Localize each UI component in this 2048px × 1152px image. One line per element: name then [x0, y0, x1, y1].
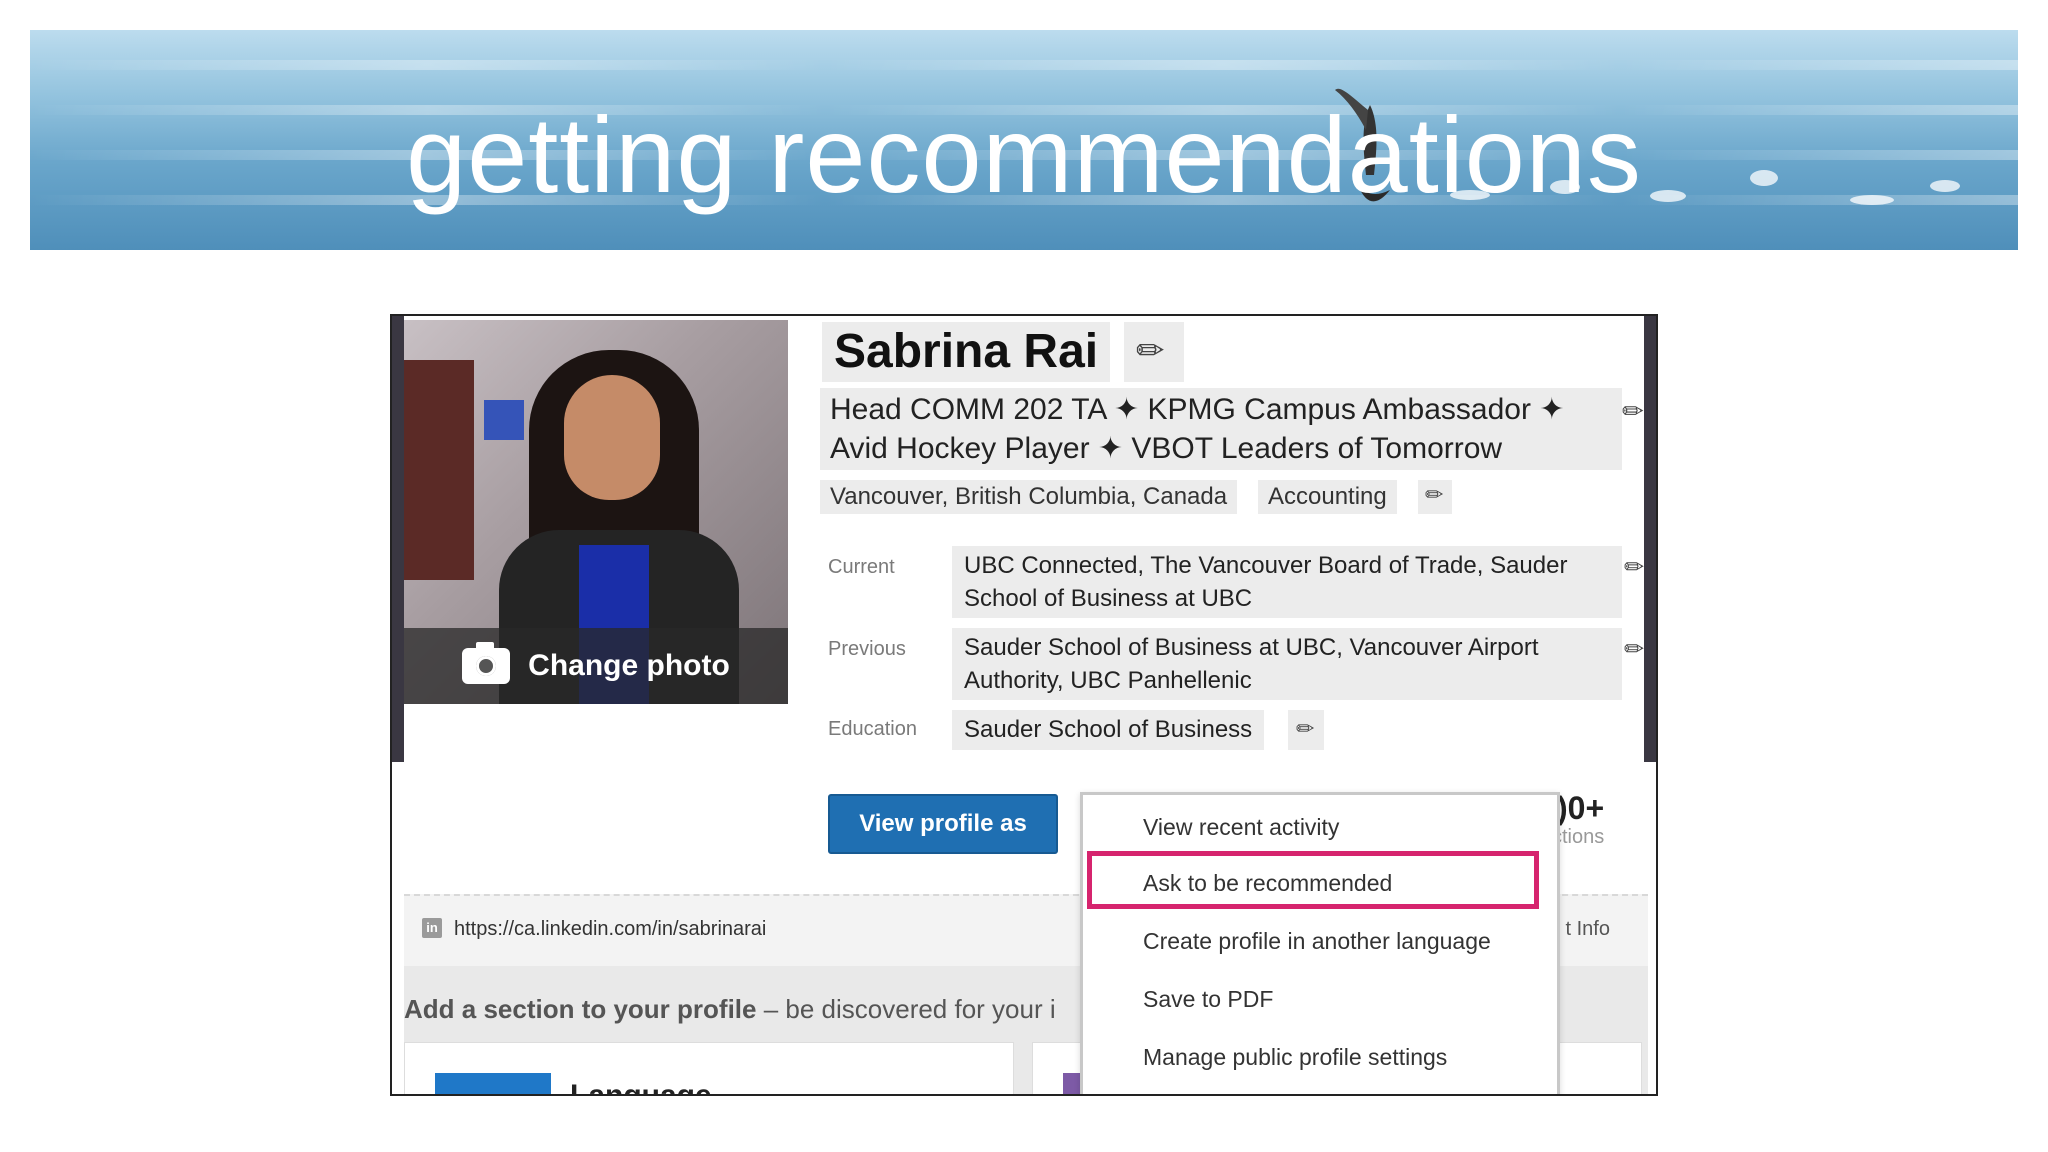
pencil-icon[interactable]: ✏ — [1624, 638, 1644, 662]
pencil-icon: ✏ — [1136, 332, 1165, 370]
profile-photo[interactable]: Change photo — [404, 320, 788, 704]
profile-industry[interactable]: Accounting — [1258, 480, 1397, 514]
title-banner: getting recommendations — [30, 30, 2018, 250]
pencil-icon: ✏ — [1425, 482, 1444, 507]
previous-line-2: Authority, UBC Panhellenic — [964, 667, 1252, 694]
contact-info-link[interactable]: t Info — [1566, 918, 1610, 941]
headline-line-1: Head COMM 202 TA ✦ KPMG Campus Ambassado… — [830, 393, 1565, 426]
menu-item-view-recent-activity[interactable]: View recent activity — [1083, 807, 1557, 847]
slide: getting recommendations Change photo Sab… — [0, 0, 2048, 1152]
previous-label: Previous — [828, 638, 906, 660]
education-label: Education — [828, 718, 917, 740]
education-value[interactable]: Sauder School of Business — [952, 710, 1265, 750]
linkedin-profile-screenshot: Change photo Sabrina Rai ✏ Head COMM 202… — [390, 314, 1658, 1096]
profile-location[interactable]: Vancouver, British Columbia, Canada — [820, 480, 1238, 514]
previous-line-1: Sauder School of Business at UBC, Vancou… — [964, 634, 1539, 661]
current-label: Current — [828, 556, 895, 578]
profile-headline[interactable]: Head COMM 202 TA ✦ KPMG Campus Ambassado… — [820, 388, 1622, 470]
pencil-icon[interactable]: ✏ — [1624, 556, 1644, 580]
public-profile-url[interactable]: https://ca.linkedin.com/in/sabrinarai — [454, 918, 766, 941]
edit-education-button[interactable]: ✏ — [1288, 710, 1324, 750]
add-section-bold: Add a section to your profile — [404, 994, 757, 1024]
language-card[interactable]: Language — [404, 1042, 1014, 1096]
pencil-icon[interactable]: ✏ — [1622, 398, 1644, 424]
highlight-box — [1087, 851, 1539, 909]
pencil-icon: ✏ — [1296, 716, 1315, 741]
camera-icon — [462, 642, 511, 684]
connections-count: )0+ — [1557, 790, 1605, 826]
linkedin-icon: in — [422, 918, 442, 938]
add-section-prompt: Add a section to your profile – be disco… — [404, 994, 1056, 1025]
add-section-rest: – be discovered for your i — [756, 994, 1056, 1024]
right-edge — [1644, 316, 1656, 762]
menu-item-manage-public-profile[interactable]: Manage public profile settings — [1083, 1037, 1557, 1077]
current-line-2: School of Business at UBC — [964, 585, 1253, 612]
edit-location-button[interactable]: ✏ — [1418, 480, 1452, 514]
current-line-1: UBC Connected, The Vancouver Board of Tr… — [964, 552, 1568, 579]
menu-item-create-profile-language[interactable]: Create profile in another language — [1083, 921, 1557, 961]
change-photo-button[interactable]: Change photo — [404, 628, 788, 704]
change-photo-label: Change photo — [528, 649, 730, 682]
edit-name-button[interactable]: ✏ — [1124, 322, 1184, 382]
language-card-label: Language — [570, 1079, 712, 1096]
slide-title: getting recommendations — [406, 94, 1642, 215]
headline-line-2: Avid Hockey Player ✦ VBOT Leaders of Tom… — [830, 432, 1503, 465]
view-profile-as-button[interactable]: View profile as — [828, 794, 1058, 854]
left-edge — [392, 316, 404, 762]
previous-value[interactable]: Sauder School of Business at UBC, Vancou… — [952, 628, 1622, 700]
language-card-icon — [435, 1073, 551, 1094]
profile-actions-dropdown: View recent activity Ask to be recommend… — [1080, 792, 1560, 1094]
current-value[interactable]: UBC Connected, The Vancouver Board of Tr… — [952, 546, 1622, 618]
profile-name[interactable]: Sabrina Rai — [822, 322, 1111, 382]
menu-item-save-to-pdf[interactable]: Save to PDF — [1083, 979, 1557, 1019]
